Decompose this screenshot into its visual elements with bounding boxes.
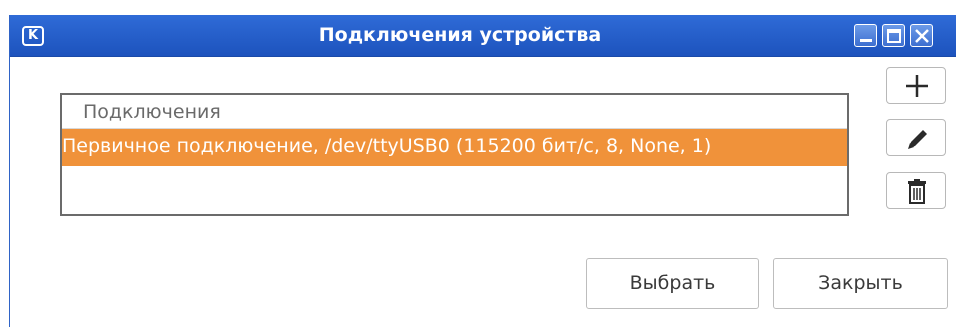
title-bar[interactable]: K Подключения устройства [10, 15, 956, 57]
edit-connection-button[interactable] [886, 119, 946, 156]
minimize-icon [860, 39, 872, 42]
add-icon [906, 75, 928, 97]
list-header-label: Подключения [83, 101, 221, 123]
window-title: Подключения устройства [318, 24, 602, 46]
edit-icon [908, 130, 927, 149]
delete-connection-button[interactable] [886, 172, 946, 209]
close-window-button[interactable] [910, 24, 933, 47]
close-icon [915, 29, 929, 43]
maximize-button[interactable] [882, 24, 905, 47]
connections-list[interactable]: Подключения Первичное подключение, /dev/… [60, 93, 849, 216]
list-item[interactable]: Первичное подключение, /dev/ttyUSB0 (115… [62, 129, 847, 166]
select-button[interactable]: Выбрать [586, 258, 759, 309]
add-connection-button[interactable] [886, 67, 946, 104]
minimize-button[interactable] [854, 24, 877, 47]
connections-dialog: K Подключения устройства Подключения Пер… [9, 15, 956, 327]
delete-icon [908, 179, 926, 204]
close-button[interactable]: Закрыть [773, 258, 948, 309]
list-item-label: Первичное подключение, /dev/ttyUSB0 (115… [62, 135, 712, 157]
maximize-icon [887, 29, 901, 43]
list-header[interactable]: Подключения [62, 95, 847, 129]
